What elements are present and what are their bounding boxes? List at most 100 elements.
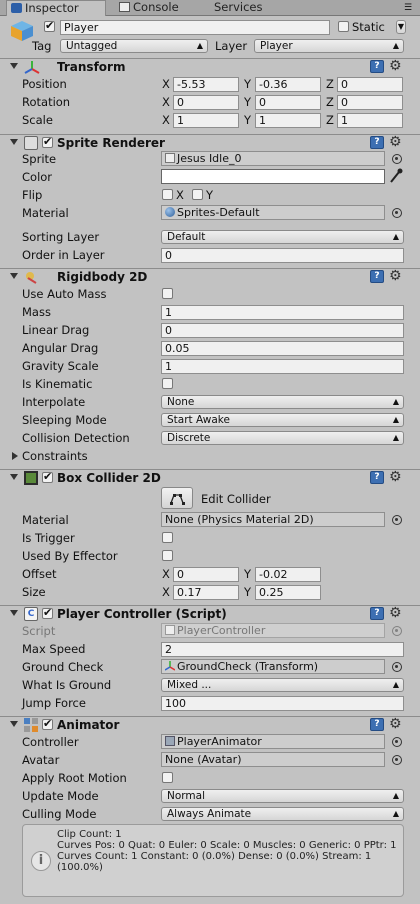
foldout-arrow-icon[interactable]: [10, 273, 18, 279]
position-z-field[interactable]: 0: [337, 77, 403, 92]
gear-icon[interactable]: ⚙: [389, 469, 402, 485]
jump-force-field[interactable]: 100: [161, 696, 404, 711]
help-icon[interactable]: ?: [370, 270, 384, 283]
culling-mode-dropdown[interactable]: Always Animate ▲: [161, 807, 404, 821]
rotation-y-field[interactable]: 0: [255, 95, 321, 110]
animator-enabled-checkbox[interactable]: [42, 717, 53, 730]
animator-info-text: Clip Count: 1 Curves Pos: 0 Quat: 0 Eule…: [57, 829, 402, 873]
gravity-scale-field[interactable]: 1: [161, 359, 404, 374]
object-picker-icon[interactable]: [392, 755, 402, 765]
size-x-field[interactable]: 0.17: [173, 585, 239, 600]
flip-x-checkbox[interactable]: [162, 189, 173, 200]
sprite-field[interactable]: Jesus Idle_0: [161, 151, 385, 166]
sprite-renderer-enabled-checkbox[interactable]: [42, 135, 53, 148]
collider-material-field[interactable]: None (Physics Material 2D): [161, 512, 385, 527]
gear-icon[interactable]: ⚙: [389, 716, 402, 732]
axis-y-label: Y: [244, 113, 252, 127]
help-icon[interactable]: ?: [370, 60, 384, 73]
foldout-arrow-icon[interactable]: [10, 474, 18, 480]
interpolate-dropdown[interactable]: None ▲: [161, 395, 404, 409]
player-controller-header[interactable]: C Player Controller (Script) ? ⚙: [0, 605, 420, 622]
foldout-arrow-icon[interactable]: [10, 721, 18, 727]
mass-field[interactable]: 1: [161, 305, 404, 320]
size-y-field[interactable]: 0.25: [255, 585, 321, 600]
flip-y-checkbox[interactable]: [192, 189, 203, 200]
layer-dropdown[interactable]: Player ▲: [254, 39, 404, 53]
is-kinematic-checkbox[interactable]: [162, 378, 173, 389]
rotation-x-field[interactable]: 0: [173, 95, 239, 110]
apply-root-motion-checkbox[interactable]: [162, 772, 173, 783]
tab-menu-icon[interactable]: ☰: [404, 3, 412, 13]
tab-inspector[interactable]: Inspector: [6, 0, 106, 16]
gear-icon[interactable]: ⚙: [389, 134, 402, 150]
sprite-renderer-header[interactable]: Sprite Renderer ? ⚙: [0, 134, 420, 151]
object-name-field[interactable]: Player: [60, 20, 330, 35]
help-icon[interactable]: ?: [370, 136, 384, 149]
gear-icon[interactable]: ⚙: [389, 268, 402, 284]
object-picker-icon[interactable]: [392, 737, 402, 747]
position-x-field[interactable]: -5.53: [173, 77, 239, 92]
used-by-effector-label: Used By Effector: [22, 549, 118, 563]
help-icon[interactable]: ?: [370, 471, 384, 484]
linear-drag-field[interactable]: 0: [161, 323, 404, 338]
player-controller-enabled-checkbox[interactable]: [42, 606, 53, 619]
edit-collider-button[interactable]: [161, 487, 193, 509]
collider-material-label: Material: [22, 513, 69, 527]
object-picker-icon[interactable]: [392, 154, 402, 164]
max-speed-field[interactable]: 2: [161, 642, 404, 657]
box-collider2d-header[interactable]: Box Collider 2D ? ⚙: [0, 469, 420, 486]
used-by-effector-checkbox[interactable]: [162, 550, 173, 561]
rotation-z-field[interactable]: 0: [337, 95, 403, 110]
what-is-ground-dropdown[interactable]: Mixed ... ▲: [161, 678, 404, 692]
sleeping-mode-dropdown[interactable]: Start Awake ▲: [161, 413, 404, 427]
ground-check-field[interactable]: GroundCheck (Transform): [161, 659, 385, 674]
active-checkbox[interactable]: [44, 19, 55, 32]
object-picker-icon[interactable]: [392, 208, 402, 218]
rigidbody2d-header[interactable]: Rigidbody 2D ? ⚙: [0, 268, 420, 285]
edit-collider-label: Edit Collider: [201, 492, 271, 506]
info-line: Curves Count: 1 Constant: 0 (0.0%) Dense…: [57, 851, 372, 873]
order-in-layer-field[interactable]: 0: [161, 248, 404, 263]
foldout-arrow-icon[interactable]: [10, 610, 18, 616]
apply-root-motion-label: Apply Root Motion: [22, 771, 127, 785]
controller-field[interactable]: PlayerAnimator: [161, 734, 385, 749]
gear-icon[interactable]: ⚙: [389, 605, 402, 621]
collision-detection-dropdown[interactable]: Discrete ▲: [161, 431, 404, 445]
transform-header[interactable]: Transform ? ⚙: [0, 58, 420, 75]
update-mode-dropdown[interactable]: Normal ▲: [161, 789, 404, 803]
angular-drag-field[interactable]: 0.05: [161, 341, 404, 356]
static-dropdown[interactable]: ▼: [396, 20, 406, 34]
foldout-arrow-icon[interactable]: [10, 63, 18, 69]
box-collider-enabled-checkbox[interactable]: [42, 470, 53, 483]
scale-y-field[interactable]: 1: [255, 113, 321, 128]
scale-x-field[interactable]: 1: [173, 113, 239, 128]
animator-header[interactable]: Animator ? ⚙: [0, 716, 420, 733]
material-field[interactable]: Sprites-Default: [161, 205, 385, 220]
offset-y-field[interactable]: -0.02: [255, 567, 321, 582]
offset-x-field[interactable]: 0: [173, 567, 239, 582]
constraints-foldout-icon[interactable]: [12, 452, 18, 460]
object-picker-icon[interactable]: [392, 515, 402, 525]
foldout-arrow-icon[interactable]: [10, 139, 18, 145]
tab-console[interactable]: Console: [115, 0, 210, 16]
axis-y-label: Y: [244, 95, 252, 109]
tag-dropdown[interactable]: Untagged ▲: [60, 39, 208, 53]
help-icon[interactable]: ?: [370, 607, 384, 620]
use-auto-mass-checkbox[interactable]: [162, 288, 173, 299]
update-mode-label: Update Mode: [22, 789, 99, 803]
sprite-label: Sprite: [22, 152, 57, 166]
help-icon[interactable]: ?: [370, 718, 384, 731]
position-y-field[interactable]: -0.36: [255, 77, 321, 92]
static-label: Static: [352, 20, 385, 34]
constraints-label[interactable]: Constraints: [22, 448, 88, 464]
avatar-field[interactable]: None (Avatar): [161, 752, 385, 767]
tab-services[interactable]: Services: [210, 0, 290, 16]
object-picker-icon[interactable]: [392, 662, 402, 672]
static-checkbox[interactable]: [338, 21, 349, 32]
gear-icon[interactable]: ⚙: [389, 58, 402, 74]
eyedropper-icon[interactable]: [389, 168, 403, 184]
scale-z-field[interactable]: 1: [337, 113, 403, 128]
sorting-layer-dropdown[interactable]: Default ▲: [161, 230, 404, 244]
color-swatch[interactable]: [161, 169, 385, 184]
is-trigger-checkbox[interactable]: [162, 532, 173, 543]
